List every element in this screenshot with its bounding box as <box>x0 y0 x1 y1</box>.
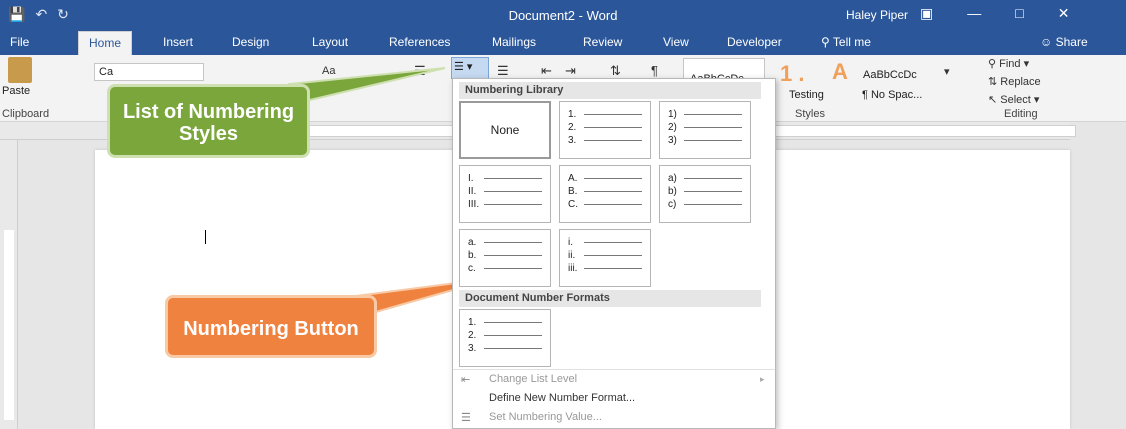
tab-file[interactable]: File <box>10 35 29 49</box>
tile-label: i. <box>568 237 573 248</box>
multilevel-list-icon[interactable]: ☰ <box>497 63 509 79</box>
list-styles-callout: List of Numbering Styles <box>107 84 310 158</box>
tile-label: I. <box>468 173 474 184</box>
tile-label: 1) <box>668 109 677 120</box>
tab-home[interactable]: Home <box>78 31 133 55</box>
tile-label: b) <box>668 186 677 197</box>
tab-view[interactable]: View <box>663 35 689 49</box>
tell-me-label: Tell me <box>832 35 871 49</box>
numbering-format-tile[interactable]: a) b) c) <box>659 165 751 223</box>
tile-label: 3. <box>468 343 477 354</box>
tile-label: 2. <box>568 122 577 133</box>
style-no-spacing[interactable]: ¶ No Spac... <box>862 89 922 101</box>
tile-label: c) <box>668 199 677 210</box>
tile-label: B. <box>568 186 578 197</box>
increase-indent-icon[interactable]: ⇥ <box>565 63 576 79</box>
style-heading1-sample[interactable]: 1 . <box>780 61 804 87</box>
user-name[interactable]: Haley Piper <box>846 8 908 22</box>
tab-references[interactable]: References <box>389 35 450 49</box>
select-button[interactable]: ↖ Select ▾ <box>988 93 1039 106</box>
select-label: Select <box>1000 94 1031 106</box>
title-bar: 💾 ↶ ↻ Document2 - Word Haley Piper ▣ — □… <box>0 0 1126 31</box>
replace-label: Replace <box>1000 76 1041 88</box>
style-testing[interactable]: Testing <box>789 89 824 101</box>
change-level-icon: ⇤ <box>461 374 471 386</box>
tab-insert[interactable]: Insert <box>163 35 193 49</box>
tab-design[interactable]: Design <box>232 35 269 49</box>
tab-developer[interactable]: Developer <box>727 35 782 49</box>
styles-group-label: Styles <box>795 108 825 120</box>
bullets-icon[interactable]: ☰ <box>414 63 426 79</box>
tile-label: 1. <box>568 109 577 120</box>
tile-label: 1. <box>468 317 477 328</box>
style-title-sample[interactable]: A <box>832 59 848 85</box>
menu-separator <box>453 369 775 370</box>
ruler-text-area <box>4 230 14 420</box>
close-icon[interactable]: ✕ <box>1058 5 1070 22</box>
tab-review[interactable]: Review <box>583 35 622 49</box>
maximize-icon[interactable]: □ <box>1015 5 1023 22</box>
numbering-icon: ☰ ▾ <box>454 61 473 73</box>
find-label: Find <box>999 58 1021 70</box>
change-list-level-item[interactable]: Change List Level <box>489 373 577 385</box>
tile-label: a) <box>668 173 677 184</box>
numbering-format-tile[interactable]: i. ii. iii. <box>559 229 651 287</box>
submenu-arrow-icon: ▸ <box>760 374 765 384</box>
tile-label: II. <box>468 186 477 197</box>
find-button[interactable]: ⚲ Find ▾ <box>988 57 1029 70</box>
share-label: Share <box>1055 35 1088 49</box>
document-format-tile[interactable]: 1. 2. 3. <box>459 309 551 367</box>
tab-mailings[interactable]: Mailings <box>492 35 536 49</box>
tile-label: 3) <box>668 135 677 146</box>
clipboard-group-label: Clipboard <box>2 108 50 120</box>
change-case-button[interactable]: Aa <box>322 65 335 77</box>
tile-label: ii. <box>568 250 576 261</box>
minimize-icon[interactable]: — <box>967 5 981 22</box>
tell-me-box[interactable]: ⚲ Tell me <box>821 35 871 49</box>
numbering-format-tile[interactable]: A. B. C. <box>559 165 651 223</box>
tile-label: b. <box>468 250 477 261</box>
ribbon-display-icon[interactable]: ▣ <box>920 5 933 22</box>
tile-label: III. <box>468 199 480 210</box>
tile-label: c. <box>468 263 476 274</box>
style-heading-sample[interactable]: AaBbCcDc <box>863 69 917 81</box>
numbering-format-tile[interactable]: 1. 2. 3. <box>559 101 651 159</box>
window-controls: ▣ — □ ✕ <box>920 5 1069 22</box>
numbering-format-tile[interactable]: a. b. c. <box>459 229 551 287</box>
tile-label: 2. <box>468 330 477 341</box>
set-value-icon: ☰ <box>461 412 471 424</box>
define-new-format-item[interactable]: Define New Number Format... <box>489 392 635 404</box>
numbering-button-callout: Numbering Button <box>165 295 377 358</box>
share-button[interactable]: ☺ Share <box>1040 35 1088 49</box>
styles-scroll-icon[interactable]: ▾ <box>944 65 950 78</box>
tile-label: iii. <box>568 263 578 274</box>
numbering-library-header: Numbering Library <box>459 82 761 99</box>
tab-layout[interactable]: Layout <box>312 35 348 49</box>
text-cursor <box>205 230 206 244</box>
tile-label: 3. <box>568 135 577 146</box>
paste-icon[interactable] <box>8 57 32 83</box>
tile-label: a. <box>468 237 477 248</box>
decrease-indent-icon[interactable]: ⇤ <box>541 63 552 79</box>
sort-icon[interactable]: ⇅ <box>610 63 621 79</box>
tile-label: 2) <box>668 122 677 133</box>
numbering-format-tile[interactable]: 1) 2) 3) <box>659 101 751 159</box>
tile-label: C. <box>568 199 578 210</box>
show-paragraph-marks-icon[interactable]: ¶ <box>651 63 658 78</box>
font-name-box[interactable]: Ca <box>94 63 204 81</box>
numbering-button[interactable]: ☰ ▾ <box>451 57 489 79</box>
tile-label: A. <box>568 173 578 184</box>
replace-button[interactable]: ⇅ Replace <box>988 75 1041 88</box>
numbering-dropdown: Numbering Library None 1. 2. 3. 1) 2) 3)… <box>452 78 776 429</box>
numbering-none-tile[interactable]: None <box>459 101 551 159</box>
document-formats-header: Document Number Formats <box>459 290 761 307</box>
paste-button-label[interactable]: Paste <box>2 85 30 97</box>
ribbon-tabs: File Home Insert Design Layout Reference… <box>0 31 1126 55</box>
editing-group-label: Editing <box>1004 108 1038 120</box>
set-numbering-value-item[interactable]: Set Numbering Value... <box>489 411 602 423</box>
numbering-format-tile[interactable]: I. II. III. <box>459 165 551 223</box>
vertical-ruler[interactable] <box>0 140 18 429</box>
